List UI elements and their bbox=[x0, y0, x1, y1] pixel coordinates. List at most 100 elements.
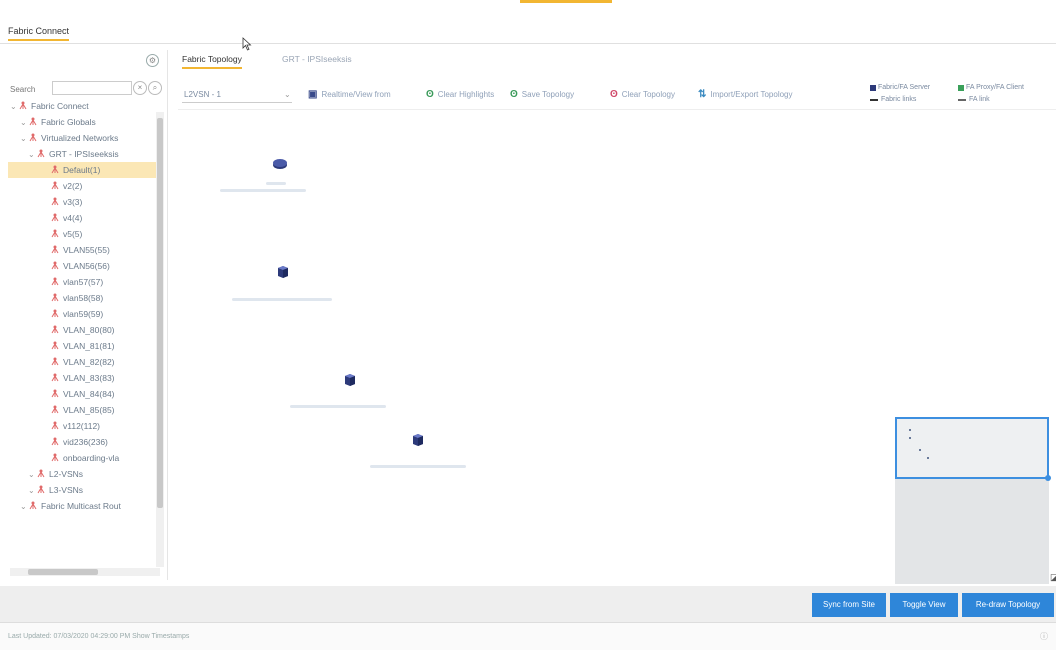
tree-item-label: Default(1) bbox=[63, 165, 101, 175]
scrollbar-thumb[interactable] bbox=[157, 118, 163, 508]
tree-item-label: VLAN_85(85) bbox=[63, 405, 115, 415]
tree-item[interactable]: VLAN_80(80) bbox=[8, 322, 156, 338]
info-icon[interactable]: ⓘ bbox=[1040, 631, 1048, 642]
chevron-down-icon: ⌄ bbox=[284, 90, 291, 99]
tree-item[interactable]: vlan58(58) bbox=[8, 290, 156, 306]
tree-item[interactable]: ⌄ Virtualized Networks bbox=[8, 130, 156, 146]
tree-item[interactable]: VLAN_83(83) bbox=[8, 370, 156, 386]
network-tree-icon bbox=[18, 101, 28, 111]
minimap-node bbox=[909, 437, 911, 439]
tree-vertical-scrollbar[interactable] bbox=[156, 112, 164, 567]
legend-item: FA link bbox=[958, 96, 990, 103]
tree-item[interactable]: VLAN_82(82) bbox=[8, 354, 156, 370]
scope-select[interactable]: L2VSN - 1 ⌄ bbox=[182, 87, 292, 103]
tab-fabric-topology[interactable]: Fabric Topology bbox=[182, 54, 242, 69]
vlan-icon bbox=[50, 453, 60, 463]
vlan-icon bbox=[50, 325, 60, 335]
clear-highlights-icon: ʘ bbox=[426, 89, 434, 100]
import-export-topology-label: Import/Export Topology bbox=[710, 90, 793, 99]
legend-item: Fabric/FA Server bbox=[870, 84, 930, 91]
sync-from-site-button[interactable]: Sync from Site bbox=[812, 593, 886, 617]
tree-item-label: v3(3) bbox=[63, 197, 83, 207]
search-icon[interactable]: ⌕ bbox=[148, 81, 162, 95]
tree-item[interactable]: ⌄ Fabric Globals bbox=[8, 114, 156, 130]
fabric-server-swatch bbox=[870, 84, 876, 91]
switch-node-icon[interactable] bbox=[342, 372, 358, 388]
tree-item[interactable]: ⌄ GRT - IPSIseeksis bbox=[8, 146, 156, 162]
tree-item[interactable]: VLAN_84(84) bbox=[8, 386, 156, 402]
settings-gear-icon[interactable]: ⚙ bbox=[146, 54, 159, 67]
search-input[interactable] bbox=[52, 81, 132, 95]
switch-node-icon[interactable] bbox=[410, 432, 426, 448]
vlan-icon bbox=[50, 245, 60, 255]
clear-highlights-button[interactable]: ʘ Clear Highlights bbox=[426, 89, 494, 100]
tree-item[interactable]: VLAN_81(81) bbox=[8, 338, 156, 354]
tree-item[interactable]: ⌄ Fabric Multicast Rout bbox=[8, 498, 156, 514]
expand-toggle-icon[interactable]: ⌄ bbox=[28, 470, 36, 479]
expand-toggle-icon[interactable]: ⌄ bbox=[28, 486, 36, 495]
legend-item: Fabric links bbox=[870, 96, 916, 103]
tree-item[interactable]: vlan57(57) bbox=[8, 274, 156, 290]
tree-item[interactable]: onboarding-vla bbox=[8, 450, 156, 466]
tree-item[interactable]: ⌄ Fabric Connect bbox=[8, 98, 156, 114]
tab-fabric-connect[interactable]: Fabric Connect bbox=[8, 26, 70, 41]
clear-highlights-label: Clear Highlights bbox=[437, 90, 495, 99]
tree-item[interactable]: v5(5) bbox=[8, 226, 156, 242]
toggle-view-button[interactable]: Toggle View bbox=[890, 593, 958, 617]
tab-grt[interactable]: GRT - IPSIseeksis bbox=[282, 54, 352, 67]
clear-search-icon[interactable]: × bbox=[133, 81, 147, 95]
tree-item-label: vlan58(58) bbox=[63, 293, 104, 303]
tree-item-label: vid236(236) bbox=[63, 437, 108, 447]
topology-minimap[interactable] bbox=[895, 417, 1051, 584]
node-label-placeholder bbox=[232, 298, 332, 301]
minimap-node bbox=[919, 449, 921, 451]
tree-item[interactable]: VLAN_85(85) bbox=[8, 402, 156, 418]
tree-horizontal-scrollbar[interactable] bbox=[10, 568, 160, 576]
tree-item[interactable]: vid236(236) bbox=[8, 434, 156, 450]
tree-item[interactable]: VLAN56(56) bbox=[8, 258, 156, 274]
tree-item[interactable]: v4(4) bbox=[8, 210, 156, 226]
switch-node-icon[interactable] bbox=[275, 264, 291, 280]
vlan-icon bbox=[50, 229, 60, 239]
network-tree-icon bbox=[28, 501, 38, 511]
tree-item[interactable]: ⌄ L2-VSNs bbox=[8, 466, 156, 482]
clear-topology-button[interactable]: ʘ Clear Topology bbox=[610, 89, 675, 100]
realtime-view-button[interactable]: ▣ Realtime/View from bbox=[308, 89, 391, 100]
vlan-icon bbox=[50, 261, 60, 271]
save-topology-button[interactable]: ʘ Save Topology bbox=[510, 89, 574, 100]
resize-corner-icon[interactable]: ◪ bbox=[1050, 572, 1056, 583]
save-topology-label: Save Topology bbox=[521, 90, 575, 99]
tree-item-label: v5(5) bbox=[63, 229, 83, 239]
minimap-node bbox=[909, 429, 911, 431]
fabric-link-swatch bbox=[870, 98, 878, 101]
expand-toggle-icon[interactable]: ⌄ bbox=[20, 134, 28, 143]
tree-item-label: GRT - IPSIseeksis bbox=[49, 149, 119, 159]
tree-item[interactable]: v112(112) bbox=[8, 418, 156, 434]
expand-toggle-icon[interactable]: ⌄ bbox=[10, 102, 18, 111]
expand-toggle-icon[interactable]: ⌄ bbox=[28, 150, 36, 159]
tree-item[interactable]: vlan59(59) bbox=[8, 306, 156, 322]
expand-toggle-icon[interactable]: ⌄ bbox=[20, 118, 28, 127]
monitor-icon: ▣ bbox=[308, 89, 318, 100]
import-export-topology-button[interactable]: ⇅ Import/Export Topology bbox=[698, 89, 793, 100]
status-bar: Last Updated: 07/03/2020 04:29:00 PM Sho… bbox=[0, 622, 1056, 650]
expand-toggle-icon[interactable]: ⌄ bbox=[20, 502, 28, 511]
minimap-node bbox=[927, 457, 929, 459]
tree-item[interactable]: VLAN55(55) bbox=[8, 242, 156, 258]
tree-item[interactable]: v3(3) bbox=[8, 194, 156, 210]
minimap-resize-handle[interactable] bbox=[1045, 475, 1051, 481]
tree-item-label: VLAN55(55) bbox=[63, 245, 110, 255]
redraw-topology-button[interactable]: Re-draw Topology bbox=[962, 593, 1054, 617]
tree-item[interactable]: ⌄ L3-VSNs bbox=[8, 482, 156, 498]
app-tab-bar: Fabric Connect bbox=[0, 24, 1056, 44]
scrollbar-thumb[interactable] bbox=[28, 569, 98, 575]
tree-item-label: vlan57(57) bbox=[63, 277, 104, 287]
vlan-icon bbox=[50, 389, 60, 399]
vlan-icon bbox=[50, 341, 60, 351]
minimap-viewport[interactable] bbox=[895, 417, 1049, 479]
tree-item[interactable]: v2(2) bbox=[8, 178, 156, 194]
switch-node-icon[interactable] bbox=[272, 156, 288, 172]
vlan-icon bbox=[50, 181, 60, 191]
legend-item: FA Proxy/FA Client bbox=[958, 84, 1024, 91]
tree-item-selected[interactable]: Default(1) bbox=[8, 162, 156, 178]
